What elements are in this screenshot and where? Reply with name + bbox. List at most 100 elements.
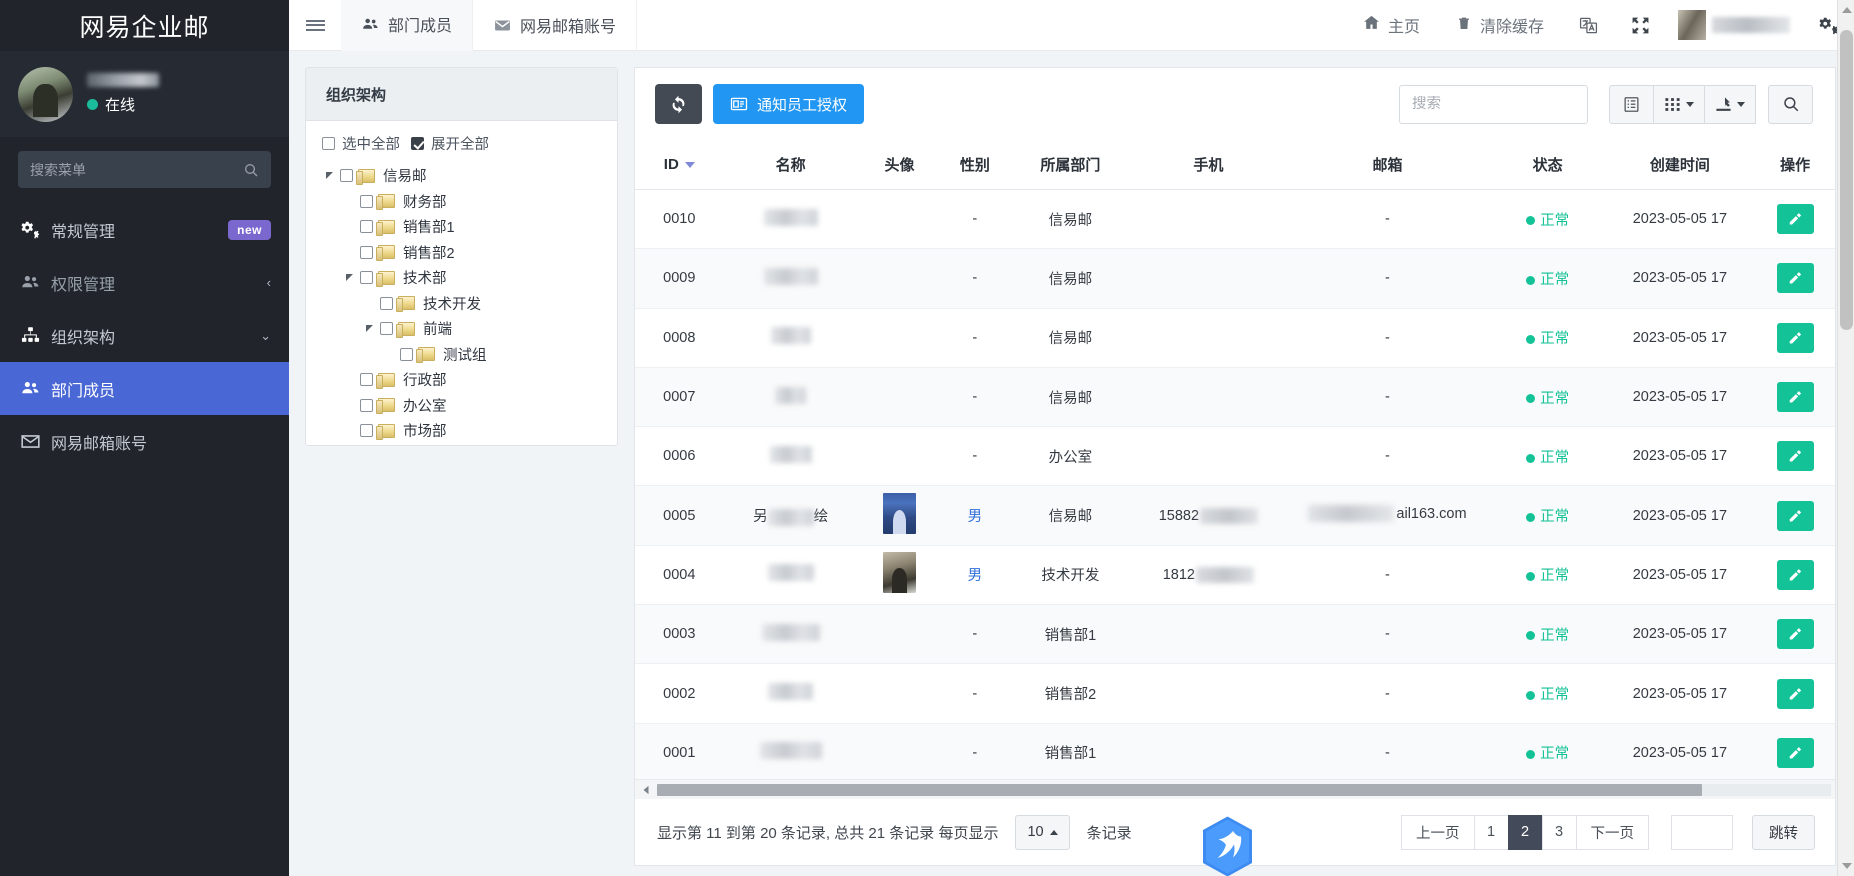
refresh-button[interactable] bbox=[655, 84, 702, 124]
edit-button[interactable] bbox=[1776, 204, 1814, 235]
edit-button[interactable] bbox=[1776, 619, 1814, 650]
tree-node[interactable]: 销售部1 bbox=[320, 214, 603, 240]
tree-expand-toggle-icon[interactable] bbox=[366, 324, 375, 333]
table-row[interactable]: 0005 另绘 男信易邮 15882 ail163.com 正常 2023-05-05 17 bbox=[635, 485, 1835, 546]
user-chip[interactable] bbox=[1666, 10, 1802, 40]
tree-node-checkbox[interactable] bbox=[360, 245, 373, 259]
tree-node[interactable]: 财务部 bbox=[320, 189, 603, 215]
table-column-header[interactable]: 状态 bbox=[1490, 140, 1605, 190]
sidebar-item-department-members[interactable]: 部门成员 bbox=[0, 362, 289, 415]
table-row[interactable]: 0008- 信易邮 - 正常 2023-05-05 17 bbox=[635, 308, 1835, 368]
edit-button[interactable] bbox=[1776, 263, 1814, 294]
scrollbar-track[interactable] bbox=[657, 783, 1831, 796]
tab-department-members[interactable]: 部门成员 bbox=[341, 0, 474, 51]
table-row[interactable]: 0010- 信易邮 - 正常 2023-05-05 17 bbox=[635, 189, 1835, 250]
table-column-header[interactable]: 名称 bbox=[723, 140, 858, 190]
menu-search[interactable] bbox=[18, 151, 271, 188]
search-button[interactable] bbox=[1768, 84, 1813, 124]
hamburger-icon[interactable] bbox=[289, 0, 341, 51]
scroll-left-arrow[interactable] bbox=[635, 780, 657, 800]
tree-node[interactable]: 办公室 bbox=[320, 393, 603, 419]
table-row[interactable]: 0004 男技术开发 1812- 正常 2023-05-05 17 bbox=[635, 545, 1835, 606]
tab-netease-mail-account[interactable]: 网易邮箱账号 bbox=[473, 0, 638, 51]
table-column-header[interactable]: 头像 bbox=[857, 140, 942, 190]
tree-node[interactable]: 前端 bbox=[320, 316, 603, 342]
edit-button[interactable] bbox=[1776, 382, 1814, 413]
table-row[interactable]: 0007- 信易邮 - 正常 2023-05-05 17 bbox=[635, 367, 1835, 428]
list-view-button[interactable] bbox=[1609, 84, 1654, 124]
tree-node[interactable]: 测试组 bbox=[320, 342, 603, 368]
cell-name bbox=[723, 308, 858, 368]
horizontal-scrollbar[interactable] bbox=[635, 779, 1835, 799]
scroll-down-arrow[interactable] bbox=[1842, 863, 1852, 869]
page-size-selector[interactable]: 10 bbox=[1015, 814, 1070, 850]
jump-button[interactable]: 跳转 bbox=[1752, 814, 1815, 850]
page-button-3[interactable]: 3 bbox=[1541, 814, 1577, 850]
edit-button[interactable] bbox=[1776, 559, 1814, 590]
edit-button[interactable] bbox=[1776, 678, 1814, 709]
table-row[interactable]: 0009- 信易邮 - 正常 2023-05-05 17 bbox=[635, 248, 1835, 309]
tree-node[interactable]: 市场部 bbox=[320, 418, 603, 444]
tree-node-checkbox[interactable] bbox=[360, 220, 373, 234]
table-row[interactable]: 0002- 销售部2- 正常 2023-05-05 17 bbox=[635, 663, 1835, 724]
clear-cache-action[interactable]: 清除缓存 bbox=[1438, 0, 1562, 51]
tree-node-checkbox[interactable] bbox=[360, 424, 373, 438]
select-all-checkbox[interactable] bbox=[322, 137, 335, 151]
table-column-header[interactable]: 邮箱 bbox=[1284, 140, 1491, 190]
cell-name bbox=[723, 367, 858, 428]
next-page-button[interactable]: 下一页 bbox=[1575, 814, 1649, 850]
tree-node-checkbox[interactable] bbox=[380, 296, 393, 310]
edit-button[interactable] bbox=[1776, 322, 1814, 353]
table-row[interactable]: 0006- 办公室 - 正常 2023-05-05 17 bbox=[635, 426, 1835, 487]
table-column-header[interactable]: 所属部门 bbox=[1008, 140, 1133, 190]
sidebar-item-netease-mail-account[interactable]: 网易邮箱账号 bbox=[0, 415, 289, 468]
edit-button[interactable] bbox=[1776, 441, 1814, 472]
expand-all-checkbox[interactable] bbox=[411, 137, 424, 151]
scrollbar-thumb[interactable] bbox=[657, 783, 1702, 796]
sidebar-item-permission-management[interactable]: 权限管理 ‹ bbox=[0, 256, 289, 309]
tree-node-checkbox[interactable] bbox=[400, 347, 413, 361]
table-column-header[interactable]: 创建时间 bbox=[1604, 140, 1756, 190]
tree-node-checkbox[interactable] bbox=[380, 322, 393, 336]
table-search-input[interactable] bbox=[1412, 96, 1575, 112]
jump-page-input[interactable] bbox=[1671, 814, 1733, 850]
table-column-header[interactable]: 性别 bbox=[941, 140, 1009, 190]
edit-button[interactable] bbox=[1776, 500, 1814, 531]
table-column-header[interactable]: 操作 bbox=[1755, 140, 1835, 190]
page-scrollbar[interactable] bbox=[1837, 0, 1854, 876]
translate-icon[interactable] bbox=[1562, 0, 1614, 51]
tree-node[interactable]: 技术开发 bbox=[320, 291, 603, 317]
sidebar-item-org-structure[interactable]: 组织架构 ⌄ bbox=[0, 309, 289, 362]
export-button[interactable] bbox=[1704, 84, 1756, 124]
floating-app-logo[interactable] bbox=[1200, 815, 1255, 876]
edit-button[interactable] bbox=[1776, 737, 1814, 768]
columns-button[interactable] bbox=[1653, 84, 1705, 124]
tree-expand-toggle-icon[interactable] bbox=[326, 171, 335, 180]
sidebar-item-general-management[interactable]: 常规管理 new bbox=[0, 203, 289, 256]
tree-node-checkbox[interactable] bbox=[360, 373, 373, 387]
redacted-name bbox=[763, 208, 818, 226]
tree-node-checkbox[interactable] bbox=[360, 194, 373, 208]
table-column-header[interactable]: 手机 bbox=[1132, 140, 1285, 190]
table-column-header[interactable]: ID bbox=[635, 140, 724, 190]
notify-employee-authorize-button[interactable]: 通知员工授权 bbox=[713, 84, 865, 124]
page-scrollbar-thumb[interactable] bbox=[1840, 30, 1853, 330]
tree-node-checkbox[interactable] bbox=[360, 271, 373, 285]
tree-node[interactable]: 技术部 bbox=[320, 265, 603, 291]
tree-expand-toggle-icon[interactable] bbox=[346, 273, 355, 282]
tree-node[interactable]: 信易邮 bbox=[320, 163, 603, 189]
tree-node-checkbox[interactable] bbox=[340, 169, 353, 183]
tree-node[interactable]: 销售部2 bbox=[320, 240, 603, 266]
tree-node-checkbox[interactable] bbox=[360, 398, 373, 412]
menu-search-input[interactable] bbox=[30, 161, 243, 178]
prev-page-button[interactable]: 上一页 bbox=[1401, 814, 1475, 850]
scroll-up-arrow[interactable] bbox=[1842, 7, 1852, 13]
table-search-box[interactable] bbox=[1399, 84, 1588, 124]
tree-node[interactable]: 行政部 bbox=[320, 367, 603, 393]
table-row[interactable]: 0001- 销售部1- 正常 2023-05-05 17 bbox=[635, 723, 1835, 779]
fullscreen-icon[interactable] bbox=[1614, 0, 1666, 51]
table-row[interactable]: 0003- 销售部1- 正常 2023-05-05 17 bbox=[635, 604, 1835, 665]
home-action[interactable]: 主页 bbox=[1345, 0, 1438, 51]
page-button-2[interactable]: 2 bbox=[1507, 814, 1543, 850]
page-button-1[interactable]: 1 bbox=[1473, 814, 1509, 850]
